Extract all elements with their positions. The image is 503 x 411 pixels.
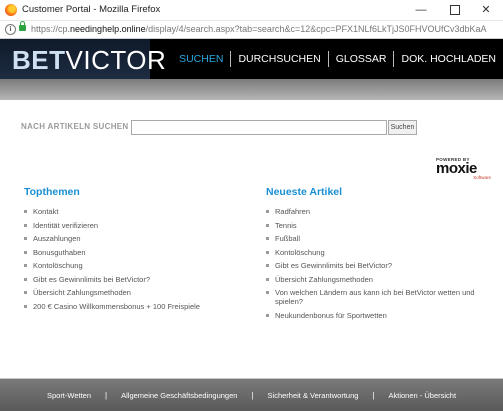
footer-separator: | <box>251 390 254 400</box>
footer-link-agb[interactable]: Allgemeine Geschäftsbedingungen <box>121 391 237 400</box>
topthemen-link[interactable]: Identität verifizieren <box>24 221 244 230</box>
topthemen-title: Topthemen <box>24 186 80 198</box>
header-gray-band <box>0 79 503 100</box>
neueste-artikel-link[interactable]: Fußball <box>266 234 486 243</box>
browser-titlebar: Customer Portal - Mozilla Firefox — ✕ <box>0 0 503 21</box>
topthemen-link[interactable]: Kontakt <box>24 207 244 216</box>
neueste-artikel-list: Radfahren Tennis Fußball Kontolöschung G… <box>266 207 486 320</box>
neueste-artikel-section: Neueste Artikel Radfahren Tennis Fußball… <box>266 186 486 324</box>
search-input[interactable] <box>131 120 387 135</box>
neueste-artikel-link[interactable]: Gibt es Gewinnlimits bei BetVictor? <box>266 261 486 270</box>
neueste-artikel-link[interactable]: Radfahren <box>266 207 486 216</box>
lock-icon[interactable] <box>19 21 26 31</box>
neueste-artikel-link[interactable]: Von welchen Ländern aus kann ich bei Bet… <box>266 288 486 306</box>
footer-separator: | <box>105 390 108 400</box>
search-label: NACH ARTIKELN SUCHEN <box>21 122 129 131</box>
minimize-icon[interactable]: — <box>404 0 438 20</box>
moxie-name: moxie <box>436 160 477 177</box>
topthemen-link[interactable]: Gibt es Gewinnlimits bei BetVictor? <box>24 275 244 284</box>
topthemen-link[interactable]: Übersicht Zahlungsmethoden <box>24 288 244 297</box>
topthemen-link[interactable]: Auszahlungen <box>24 234 244 243</box>
maximize-icon[interactable] <box>438 0 472 20</box>
footer-link-sicherheit[interactable]: Sicherheit & Verantwortung <box>268 391 359 400</box>
neueste-artikel-link[interactable]: Übersicht Zahlungsmethoden <box>266 275 486 284</box>
site-footer: Sport-Wetten | Allgemeine Geschäftsbedin… <box>0 379 503 411</box>
footer-link-aktionen[interactable]: Aktionen - Übersicht <box>389 391 457 400</box>
window-title: Customer Portal - Mozilla Firefox <box>22 4 161 15</box>
site-header: BETVICTOR SUCHEN DURCHSUCHEN GLOSSAR DOK… <box>0 39 503 79</box>
topthemen-link[interactable]: Kontolöschung <box>24 261 244 270</box>
logo-box[interactable]: BETVICTOR <box>0 39 166 79</box>
neueste-artikel-link[interactable]: Kontolöschung <box>266 248 486 257</box>
nav-durchsuchen[interactable]: DURCHSUCHEN <box>231 52 327 66</box>
close-icon[interactable]: ✕ <box>469 0 503 20</box>
topthemen-section: Topthemen Kontakt Identität verifizieren… <box>24 186 244 315</box>
topthemen-link[interactable]: 200 € Casino Willkommensbonus + 100 Frei… <box>24 302 244 311</box>
nav-suchen[interactable]: SUCHEN <box>172 52 230 66</box>
firefox-icon <box>5 4 17 16</box>
main-nav: SUCHEN DURCHSUCHEN GLOSSAR DOK. HOCHLADE… <box>172 39 503 79</box>
search-button[interactable]: Suchen <box>388 120 417 135</box>
betvictor-logo[interactable]: BETVICTOR <box>12 45 166 76</box>
nav-dok-hochladen[interactable]: DOK. HOCHLADEN <box>394 52 503 66</box>
footer-link-sport-wetten[interactable]: Sport-Wetten <box>47 391 91 400</box>
neueste-artikel-link[interactable]: Neukundenbonus für Sportwetten <box>266 311 486 320</box>
topthemen-list: Kontakt Identität verifizieren Auszahlun… <box>24 207 244 311</box>
nav-glossar[interactable]: GLOSSAR <box>329 52 394 66</box>
address-bar[interactable]: i https://cp.needinghelp.online/display/… <box>0 21 503 39</box>
moxie-logo[interactable]: POWERED BY moxie Software <box>436 157 492 180</box>
neueste-artikel-link[interactable]: Tennis <box>266 221 486 230</box>
footer-separator: | <box>372 390 375 400</box>
topthemen-link[interactable]: Bonusguthaben <box>24 248 244 257</box>
neueste-artikel-title: Neueste Artikel <box>266 186 343 198</box>
url-text[interactable]: https://cp.needinghelp.online/display/4/… <box>31 24 493 34</box>
info-icon[interactable]: i <box>5 24 16 35</box>
